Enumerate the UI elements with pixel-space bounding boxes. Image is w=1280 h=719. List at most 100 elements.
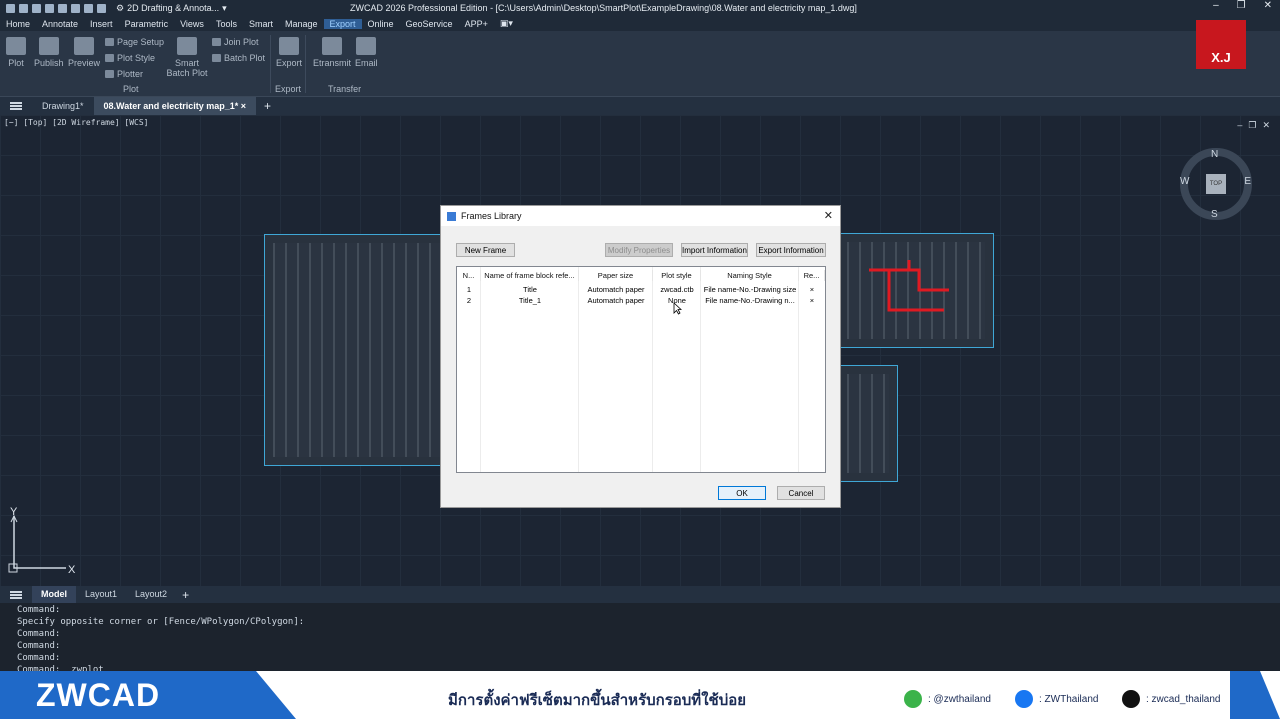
header-naming-style[interactable]: Naming Style [701, 270, 799, 281]
command-history-line: Command: [17, 629, 61, 639]
doc-tab-drawing1[interactable]: Drawing1* [32, 97, 94, 115]
east-label[interactable]: E [1244, 176, 1251, 187]
header-plot-style[interactable]: Plot style [653, 270, 701, 281]
smart-batch-plot-button[interactable]: Smart Batch Plot [166, 37, 208, 78]
join-plot-button[interactable]: Join Plot [212, 37, 259, 47]
plot-label: Plot [8, 58, 24, 68]
plot-button[interactable]: Plot [6, 37, 26, 68]
modify-properties-button[interactable]: Modify Properties [605, 243, 673, 257]
south-label[interactable]: S [1211, 209, 1218, 220]
redo-icon[interactable] [97, 3, 106, 13]
tab-online[interactable]: Online [362, 19, 400, 29]
plotter-button[interactable]: Plotter [105, 69, 143, 79]
add-tab-icon[interactable]: + [256, 99, 279, 113]
minimize-icon[interactable]: – [1213, 0, 1219, 11]
menu-icon[interactable] [10, 590, 22, 599]
north-label[interactable]: N [1211, 149, 1218, 160]
workspace-selector[interactable]: ⚙ 2D Drafting & Annota... ▾ [116, 3, 227, 14]
document-tab-bar: Drawing1* 08.Water and electricity map_1… [0, 97, 1280, 115]
drawing-frame-3[interactable] [838, 365, 898, 482]
new-frame-button[interactable]: New Frame [456, 243, 515, 257]
cell-naming-style[interactable]: File name-No.-Drawing size [701, 284, 799, 295]
tab-layout2[interactable]: Layout2 [126, 586, 176, 603]
cancel-button[interactable]: Cancel [777, 486, 825, 500]
electric-lines [869, 260, 949, 312]
etransmit-label: Etransmit [313, 58, 352, 68]
open-file-icon[interactable] [32, 3, 41, 13]
command-line[interactable]: Command: Specify opposite corner or [Fen… [0, 603, 1280, 675]
publish-button[interactable]: Publish [34, 37, 64, 68]
preview-button[interactable]: Preview [68, 37, 100, 68]
ribbon-options-icon[interactable]: ▣▾ [494, 18, 519, 29]
ok-button[interactable]: OK [718, 486, 766, 500]
tab-geoservice[interactable]: GeoService [400, 19, 459, 29]
tab-annotate[interactable]: Annotate [36, 19, 84, 29]
new-file-icon[interactable] [19, 3, 28, 13]
line-contact: : @zwthailand [904, 690, 991, 708]
batch-plot-button[interactable]: Batch Plot [212, 53, 265, 63]
view-cube-compass[interactable]: N S E W TOP [1180, 148, 1252, 220]
save-icon[interactable] [45, 3, 54, 13]
group-label-plot: Plot [123, 84, 139, 94]
viewport-label[interactable]: [−] [Top] [2D Wireframe] [WCS] [4, 118, 149, 127]
tab-export[interactable]: Export [323, 18, 362, 29]
tab-manage[interactable]: Manage [279, 19, 324, 29]
close-icon[interactable]: ✕ [1264, 0, 1272, 11]
delete-row-icon[interactable]: × [799, 295, 825, 306]
minimize-viewport-icon[interactable]: – [1237, 120, 1242, 131]
cell-paper-size[interactable]: Automatch paper [579, 284, 653, 295]
drawing-frame-2[interactable] [838, 233, 994, 348]
top-view-button[interactable]: TOP [1206, 174, 1226, 194]
facebook-contact: : ZWThailand [1015, 690, 1098, 708]
chevron-down-icon: ▾ [222, 2, 227, 13]
delete-row-icon[interactable]: × [799, 284, 825, 295]
zwcad-logo: ZWCAD [36, 677, 161, 713]
undo-icon[interactable] [84, 3, 93, 13]
header-number[interactable]: N... [457, 270, 481, 281]
export-information-button[interactable]: Export Information [756, 243, 826, 257]
print-icon[interactable] [71, 3, 80, 13]
header-remove[interactable]: Re... [799, 270, 825, 281]
table-row[interactable]: 1 Title Automatch paper zwcad.ctb File n… [457, 284, 825, 295]
tab-app-plus[interactable]: APP+ [459, 19, 494, 29]
import-information-button[interactable]: Import Information [681, 243, 748, 257]
west-label[interactable]: W [1180, 176, 1189, 187]
frames-table: N... Name of frame block refe... Paper s… [456, 266, 826, 473]
tab-smart[interactable]: Smart [243, 19, 279, 29]
cell-frame-name[interactable]: Title [481, 284, 579, 295]
save-as-icon[interactable] [58, 3, 67, 13]
close-icon[interactable]: ✕ [824, 209, 833, 222]
tab-insert[interactable]: Insert [84, 19, 119, 29]
export-label: Export [276, 58, 303, 68]
restore-viewport-icon[interactable]: ❐ [1248, 120, 1256, 131]
window-controls: – ❐ ✕ [1213, 0, 1272, 11]
cell-paper-size[interactable]: Automatch paper [579, 295, 653, 306]
page-setup-button[interactable]: Page Setup [105, 37, 164, 47]
tab-views[interactable]: Views [174, 19, 210, 29]
app-icon[interactable] [6, 3, 15, 13]
tab-parametric[interactable]: Parametric [119, 19, 175, 29]
close-viewport-icon[interactable]: ✕ [1262, 120, 1270, 131]
cell-plot-style[interactable]: zwcad.ctb [653, 284, 701, 295]
header-paper-size[interactable]: Paper size [579, 270, 653, 281]
close-tab-icon[interactable]: × [241, 101, 246, 111]
tab-layout1[interactable]: Layout1 [76, 586, 126, 603]
menu-icon[interactable] [10, 102, 22, 110]
table-row[interactable]: 2 Title_1 Automatch paper None File name… [457, 295, 825, 306]
add-layout-icon[interactable]: + [176, 588, 195, 602]
tab-model[interactable]: Model [32, 586, 76, 603]
header-frame-block-name[interactable]: Name of frame block refe... [481, 270, 579, 281]
tab-home[interactable]: Home [0, 19, 36, 29]
viewport-controls: – ❐ ✕ [1237, 120, 1270, 131]
frames-library-dialog: Frames Library ✕ New Frame Modify Proper… [440, 205, 841, 508]
email-button[interactable]: Email [355, 37, 378, 68]
smart-batch-plot-icon [177, 37, 197, 55]
maximize-icon[interactable]: ❐ [1237, 0, 1246, 11]
tab-tools[interactable]: Tools [210, 19, 243, 29]
plot-style-button[interactable]: Plot Style [105, 53, 155, 63]
cell-frame-name[interactable]: Title_1 [481, 295, 579, 306]
etransmit-button[interactable]: Etransmit [313, 37, 351, 68]
export-button[interactable]: Export [276, 37, 302, 68]
doc-tab-water-electricity-map[interactable]: 08.Water and electricity map_1* × [93, 97, 257, 115]
cell-naming-style[interactable]: File name-No.-Drawing n... [701, 295, 799, 306]
